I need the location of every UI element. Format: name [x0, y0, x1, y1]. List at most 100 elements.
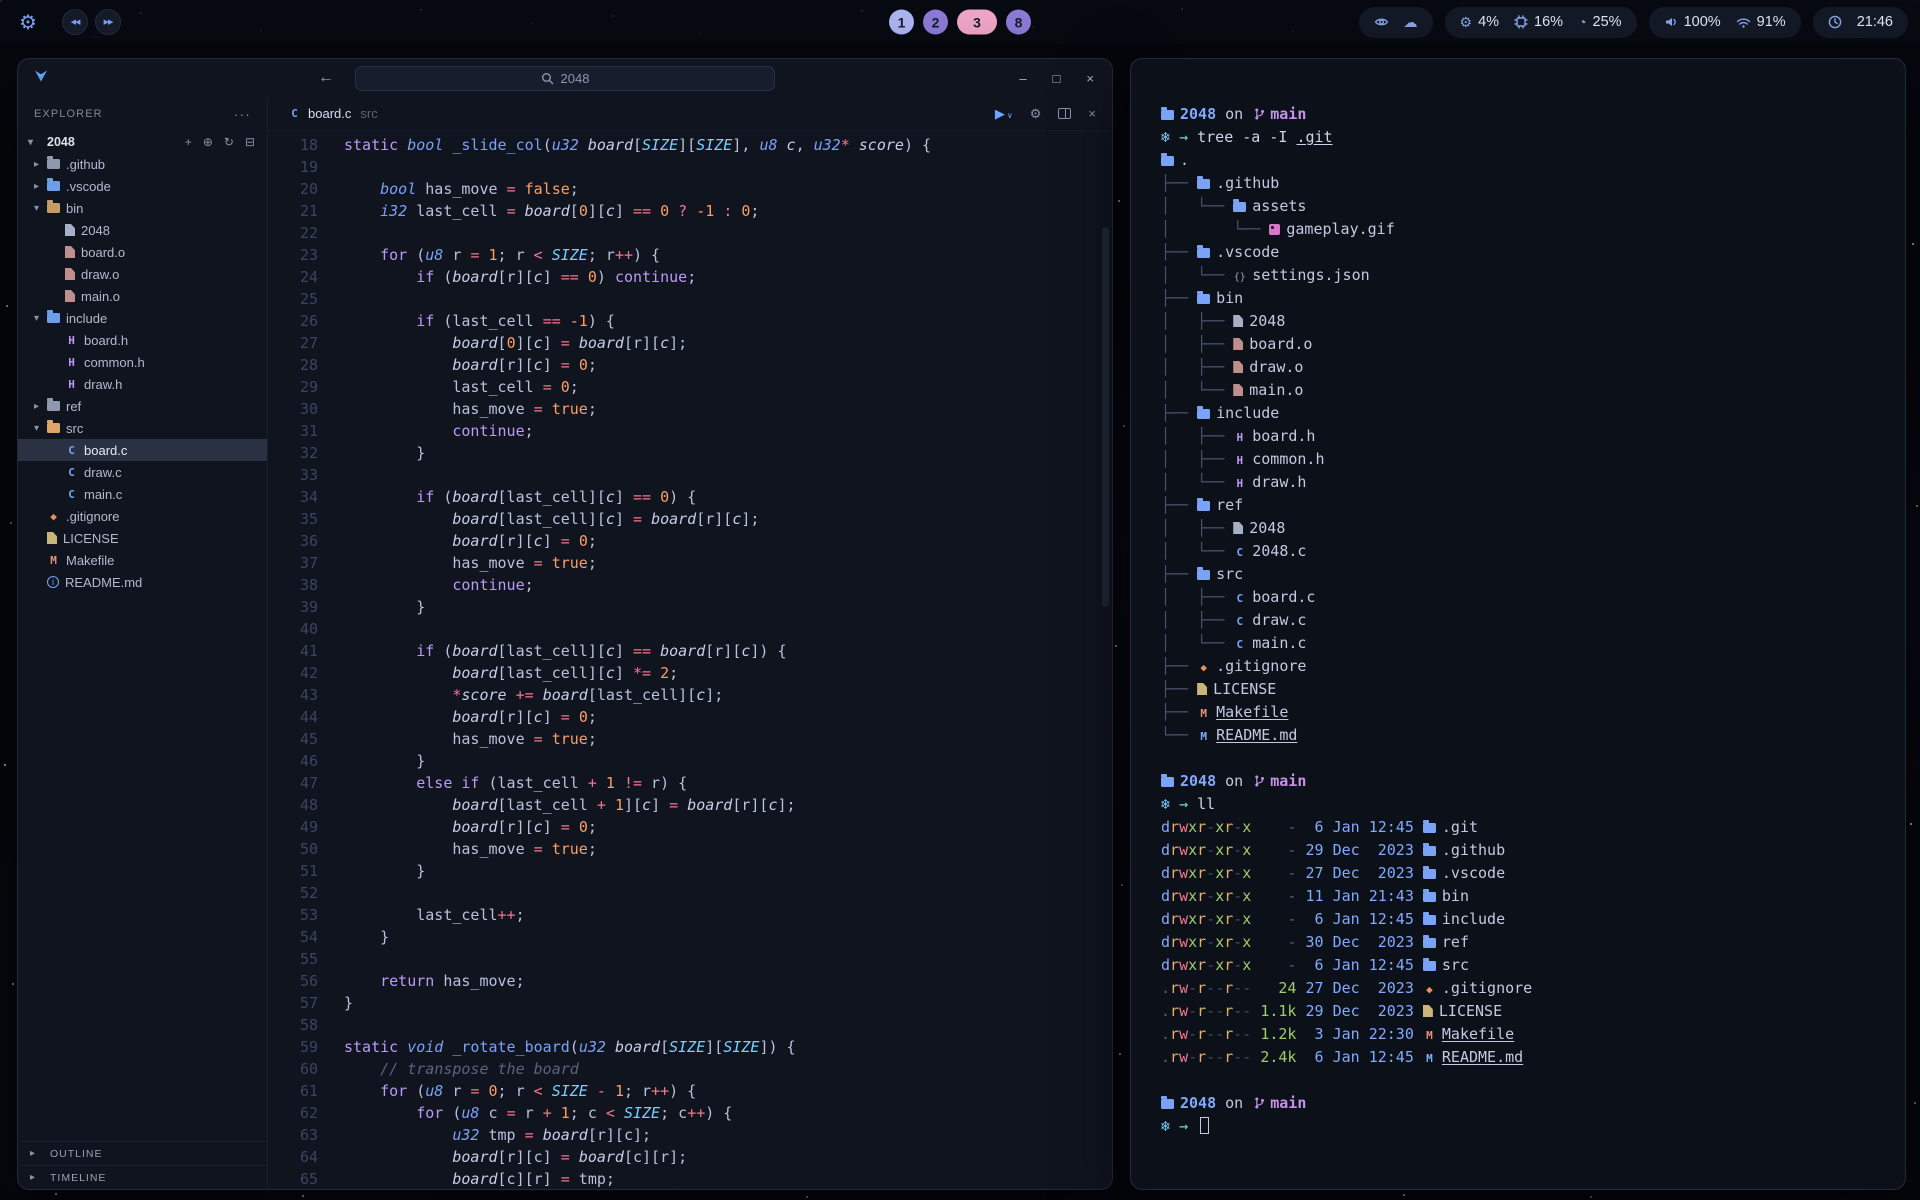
- explorer-item-src[interactable]: ▾src: [18, 417, 267, 439]
- weather-widget[interactable]: ☁: [1359, 7, 1433, 38]
- explorer-item-board.c[interactable]: Cboard.c: [18, 439, 267, 461]
- explorer-item-main.c[interactable]: Cmain.c: [18, 483, 267, 505]
- code-line-41[interactable]: 41 if (board[last_cell][c] == board[r][c…: [268, 640, 1112, 662]
- code-line-39[interactable]: 39 }: [268, 596, 1112, 618]
- explorer-item-common.h[interactable]: Hcommon.h: [18, 351, 267, 373]
- maximize-button[interactable]: □: [1053, 71, 1061, 86]
- code-line-30[interactable]: 30 has_move = true;: [268, 398, 1112, 420]
- explorer-item-bin[interactable]: ▾bin: [18, 197, 267, 219]
- launcher-button[interactable]: ⚙: [12, 6, 44, 38]
- code-line-48[interactable]: 48 board[last_cell + 1][c] = board[r][c]…: [268, 794, 1112, 816]
- code-line-22[interactable]: 22: [268, 222, 1112, 244]
- code-line-63[interactable]: 63 u32 tmp = board[r][c];: [268, 1124, 1112, 1146]
- media-prev-button[interactable]: ◀◀: [62, 9, 88, 35]
- code-line-29[interactable]: 29 last_cell = 0;: [268, 376, 1112, 398]
- command-center-search[interactable]: 2048: [355, 66, 775, 91]
- system-stats-widget[interactable]: ⚙ 4% 16% ◔ 25%: [1445, 7, 1637, 38]
- code-line-55[interactable]: 55: [268, 948, 1112, 970]
- run-file-button[interactable]: ▶ ∨: [995, 106, 1013, 122]
- timeline-section[interactable]: ▸ TIMELINE: [18, 1165, 267, 1189]
- explorer-item-draw.c[interactable]: Cdraw.c: [18, 461, 267, 483]
- code-line-23[interactable]: 23 for (u8 r = 1; r < SIZE; r++) {: [268, 244, 1112, 266]
- minimize-button[interactable]: –: [1019, 71, 1026, 86]
- code-editor[interactable]: 18static bool _slide_col(u32 board[SIZE]…: [268, 131, 1112, 1189]
- code-line-24[interactable]: 24 if (board[r][c] == 0) continue;: [268, 266, 1112, 288]
- code-line-53[interactable]: 53 last_cell++;: [268, 904, 1112, 926]
- explorer-item-board.h[interactable]: Hboard.h: [18, 329, 267, 351]
- tab-board.c[interactable]: C board.c src: [276, 97, 390, 130]
- code-line-26[interactable]: 26 if (last_cell == -1) {: [268, 310, 1112, 332]
- code-line-59[interactable]: 59static void _rotate_board(u32 board[SI…: [268, 1036, 1112, 1058]
- terminal-window[interactable]: 2048 on main❄ → tree -a -I .git.├── .git…: [1130, 58, 1906, 1190]
- explorer-item-LICENSE[interactable]: LICENSE: [18, 527, 267, 549]
- explorer-item-.gitignore[interactable]: ◆.gitignore: [18, 505, 267, 527]
- code-line-47[interactable]: 47 else if (last_cell + 1 != r) {: [268, 772, 1112, 794]
- code-line-35[interactable]: 35 board[last_cell][c] = board[r][c];: [268, 508, 1112, 530]
- command-line-1[interactable]: ❄ → ll: [1161, 793, 1889, 816]
- code-line-62[interactable]: 62 for (u8 c = r + 1; c < SIZE; c++) {: [268, 1102, 1112, 1124]
- code-line-34[interactable]: 34 if (board[last_cell][c] == 0) {: [268, 486, 1112, 508]
- explorer-item-.vscode[interactable]: ▸.vscode: [18, 175, 267, 197]
- explorer-item-.github[interactable]: ▸.github: [18, 153, 267, 175]
- terminal-cursor[interactable]: [1200, 1117, 1209, 1134]
- code-line-61[interactable]: 61 for (u8 r = 0; r < SIZE - 1; r++) {: [268, 1080, 1112, 1102]
- code-line-42[interactable]: 42 board[last_cell][c] *= 2;: [268, 662, 1112, 684]
- refresh-explorer-button[interactable]: ↻: [224, 135, 234, 149]
- editor-scrollbar[interactable]: [1102, 227, 1109, 607]
- code-line-31[interactable]: 31 continue;: [268, 420, 1112, 442]
- code-line-45[interactable]: 45 has_move = true;: [268, 728, 1112, 750]
- new-folder-button[interactable]: ⊕: [203, 135, 213, 149]
- new-file-button[interactable]: +: [185, 135, 192, 149]
- code-line-64[interactable]: 64 board[r][c] = board[c][r];: [268, 1146, 1112, 1168]
- code-line-52[interactable]: 52: [268, 882, 1112, 904]
- code-line-65[interactable]: 65 board[c][r] = tmp;: [268, 1168, 1112, 1189]
- clock-widget[interactable]: 21:46: [1813, 7, 1908, 38]
- media-next-button[interactable]: ▶▶: [95, 9, 121, 35]
- outline-section[interactable]: ▸ OUTLINE: [18, 1141, 267, 1165]
- explorer-item-Makefile[interactable]: MMakefile: [18, 549, 267, 571]
- code-line-20[interactable]: 20 bool has_move = false;: [268, 178, 1112, 200]
- workspace-2[interactable]: 2: [923, 10, 948, 35]
- explorer-item-2048[interactable]: 2048: [18, 219, 267, 241]
- code-line-51[interactable]: 51 }: [268, 860, 1112, 882]
- workspace-3-active[interactable]: 3: [957, 10, 997, 35]
- workspace-1[interactable]: 1: [889, 10, 914, 35]
- split-editor-button[interactable]: [1058, 108, 1071, 119]
- code-line-33[interactable]: 33: [268, 464, 1112, 486]
- code-line-28[interactable]: 28 board[r][c] = 0;: [268, 354, 1112, 376]
- code-line-40[interactable]: 40: [268, 618, 1112, 640]
- code-line-57[interactable]: 57}: [268, 992, 1112, 1014]
- code-line-21[interactable]: 21 i32 last_cell = board[0][c] == 0 ? -1…: [268, 200, 1112, 222]
- close-editor-button[interactable]: ×: [1088, 106, 1096, 121]
- code-line-18[interactable]: 18static bool _slide_col(u32 board[SIZE]…: [268, 134, 1112, 156]
- code-line-49[interactable]: 49 board[r][c] = 0;: [268, 816, 1112, 838]
- code-line-44[interactable]: 44 board[r][c] = 0;: [268, 706, 1112, 728]
- explorer-item-main.o[interactable]: main.o: [18, 285, 267, 307]
- code-line-27[interactable]: 27 board[0][c] = board[r][c];: [268, 332, 1112, 354]
- code-line-38[interactable]: 38 continue;: [268, 574, 1112, 596]
- command-line-0[interactable]: ❄ → tree -a -I .git: [1161, 126, 1889, 149]
- audio-network-widget[interactable]: 100% 91%: [1649, 7, 1801, 38]
- command-line-2[interactable]: ❄ →: [1161, 1115, 1889, 1138]
- explorer-item-include[interactable]: ▾include: [18, 307, 267, 329]
- code-line-19[interactable]: 19: [268, 156, 1112, 178]
- navigate-back-button[interactable]: ←: [318, 69, 334, 87]
- editor-settings-button[interactable]: ⚙: [1030, 106, 1042, 122]
- workspace-8[interactable]: 8: [1006, 10, 1031, 35]
- code-line-54[interactable]: 54 }: [268, 926, 1112, 948]
- explorer-item-draw.h[interactable]: Hdraw.h: [18, 373, 267, 395]
- explorer-item-board.o[interactable]: board.o: [18, 241, 267, 263]
- explorer-item-README.md[interactable]: iREADME.md: [18, 571, 267, 593]
- code-line-32[interactable]: 32 }: [268, 442, 1112, 464]
- close-button[interactable]: ×: [1086, 71, 1094, 86]
- explorer-item-draw.o[interactable]: draw.o: [18, 263, 267, 285]
- explorer-more-actions-button[interactable]: ···: [234, 106, 251, 122]
- code-line-60[interactable]: 60 // transpose the board: [268, 1058, 1112, 1080]
- explorer-root-folder[interactable]: ▾ 2048 + ⊕ ↻ ⊟: [18, 131, 267, 153]
- code-line-43[interactable]: 43 *score += board[last_cell][c];: [268, 684, 1112, 706]
- terminal-body[interactable]: 2048 on main❄ → tree -a -I .git.├── .git…: [1161, 103, 1889, 1138]
- code-line-50[interactable]: 50 has_move = true;: [268, 838, 1112, 860]
- explorer-item-ref[interactable]: ▸ref: [18, 395, 267, 417]
- code-line-56[interactable]: 56 return has_move;: [268, 970, 1112, 992]
- collapse-folders-button[interactable]: ⊟: [245, 135, 255, 149]
